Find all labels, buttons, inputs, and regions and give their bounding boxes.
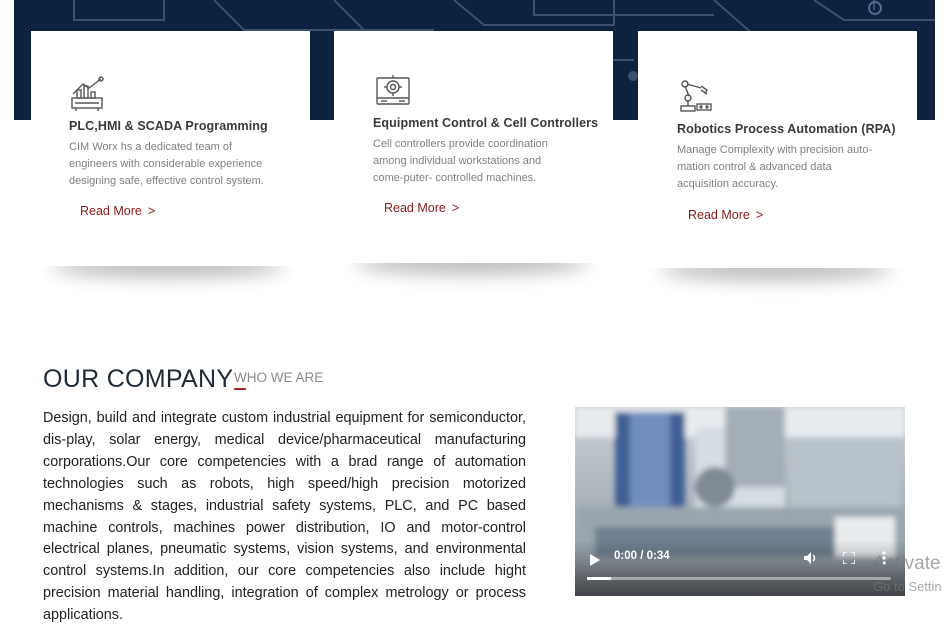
video-progress-bar[interactable] (587, 577, 891, 580)
service-description: Cell controllers provide coordination am… (373, 138, 548, 184)
company-description: Design, build and integrate custom indus… (43, 410, 526, 624)
plc-control-icon (69, 76, 105, 112)
heading-accent-line (234, 388, 246, 390)
play-icon[interactable] (590, 553, 600, 571)
read-more-link[interactable]: Read More > (80, 204, 155, 218)
service-card-rpa: Robotics Process Automation (RPA) Manage… (638, 31, 917, 268)
read-more-link[interactable]: Read More > (688, 208, 763, 222)
company-video-player[interactable]: 0:00 / 0:34 (575, 407, 905, 596)
service-card-cell-controllers: Equipment Control & Cell Controllers Cel… (334, 31, 613, 263)
chevron-right-icon: > (147, 204, 156, 218)
cell-controller-icon (375, 72, 411, 108)
service-description: Manage Complexity with precision auto- m… (677, 144, 873, 190)
company-heading: OUR COMPANY (43, 365, 234, 393)
robot-arm-icon (677, 78, 713, 114)
chevron-right-icon: > (451, 201, 460, 215)
company-subheading: WHO WE ARE (234, 370, 324, 385)
volume-icon[interactable] (804, 551, 818, 569)
service-card-plc: PLC,HMI & SCADA Programming CIM Worx hs … (31, 31, 310, 266)
read-more-link[interactable]: Read More > (384, 201, 459, 215)
video-progress-fill (587, 577, 612, 580)
video-controls-overlay (575, 540, 905, 596)
service-title: Robotics Process Automation (RPA) (677, 122, 896, 136)
service-title: PLC,HMI & SCADA Programming (69, 119, 268, 133)
activation-watermark-title: Activate (873, 553, 941, 574)
video-time: 0:00 / 0:34 (614, 550, 670, 562)
chevron-right-icon: > (755, 208, 764, 222)
service-description: CIM Worx hs a dedicated team of engineer… (69, 141, 264, 187)
fullscreen-icon[interactable] (842, 551, 856, 569)
activation-watermark-subtitle: Go to Settin (873, 579, 942, 594)
service-title: Equipment Control & Cell Controllers (373, 116, 599, 130)
